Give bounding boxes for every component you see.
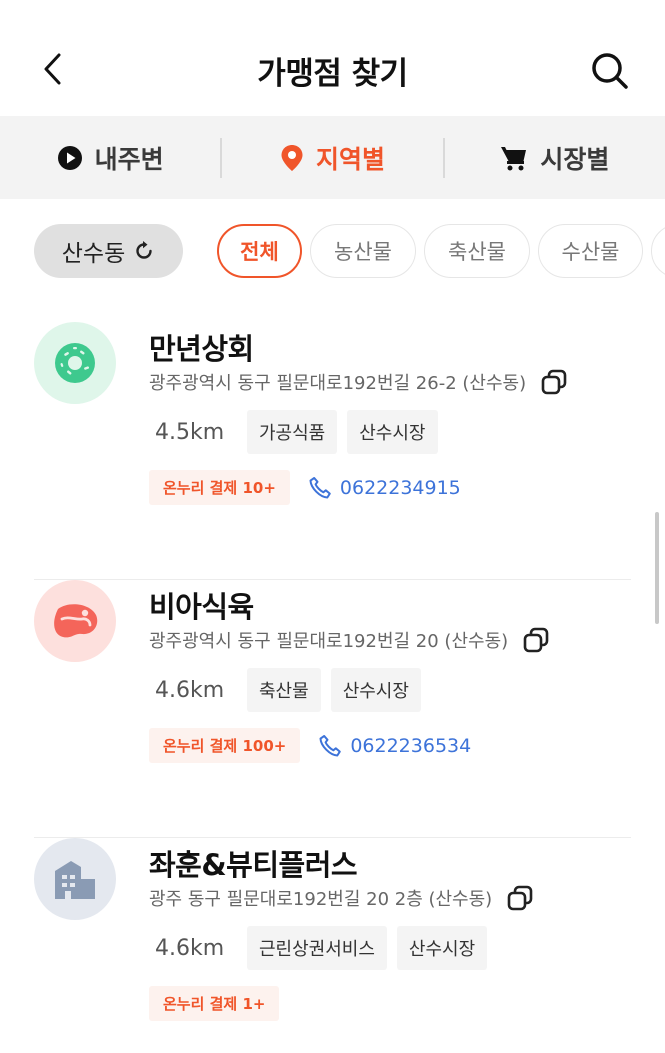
search-icon	[592, 53, 628, 89]
phone-icon	[309, 476, 331, 498]
copy-address-button[interactable]	[522, 626, 550, 654]
store-card[interactable]: 좌훈&뷰티플러스 광주 동구 필문대로192번길 20 2층 (산수동) 4.6…	[34, 838, 631, 1053]
store-avatar	[34, 322, 116, 404]
phone-link[interactable]: 0622236534	[318, 734, 471, 758]
store-avatar	[34, 580, 116, 662]
store-card[interactable]: 비아식육 광주광역시 동구 필문대로192번길 20 (산수동) 4.6km 축…	[34, 580, 631, 838]
tab-bar: 내주변 지역별 시장별	[0, 116, 665, 199]
category-chip-seafood[interactable]: 수산물	[538, 224, 643, 278]
store-meta-row: 4.6km 축산물 산수시장	[149, 668, 421, 712]
meat-icon	[54, 604, 98, 638]
onnuri-badge: 온누리 결제 1+	[149, 986, 280, 1021]
category-chip-all[interactable]: 전체	[217, 224, 302, 278]
phone-number: 0622236534	[350, 734, 472, 757]
store-pay-row: 온누리 결제 1+	[149, 986, 280, 1021]
store-address-row: 광주광역시 동구 필문대로192번길 20 (산수동)	[149, 626, 550, 654]
store-tag: 근린상권서비스	[247, 926, 387, 970]
store-pay-row: 온누리 결제 100+ 0622236534	[149, 728, 471, 763]
store-address: 광주광역시 동구 필문대로192번길 26-2 (산수동)	[149, 373, 527, 394]
store-pay-row: 온누리 결제 10+ 0622234915	[149, 470, 461, 505]
tab-nearby[interactable]: 내주변	[0, 116, 220, 199]
play-circle-icon	[57, 145, 82, 170]
header: 가맹점 찾기	[0, 0, 665, 116]
region-selector[interactable]: 산수동	[34, 224, 183, 278]
store-tag: 가공식품	[247, 410, 338, 454]
store-meta-row: 4.5km 가공식품 산수시장	[149, 410, 438, 454]
scrollbar[interactable]	[655, 512, 659, 624]
store-name: 비아식육	[149, 590, 254, 624]
phone-link[interactable]: 0622234915	[308, 476, 461, 500]
store-name: 만년상회	[149, 332, 254, 366]
refresh-icon	[136, 241, 152, 259]
tab-market[interactable]: 시장별	[445, 116, 665, 199]
page-title: 가맹점 찾기	[257, 56, 408, 92]
copy-address-button[interactable]	[506, 884, 534, 912]
copy-address-button[interactable]	[540, 368, 568, 396]
store-address: 광주광역시 동구 필문대로192번길 20 (산수동)	[149, 631, 509, 652]
store-distance: 4.6km	[155, 677, 225, 703]
phone-icon	[319, 734, 342, 756]
category-chip-agricultural[interactable]: 농산물	[310, 224, 416, 278]
building-icon	[55, 861, 95, 899]
tab-region-label: 지역별	[315, 144, 385, 174]
copy-icon	[523, 627, 549, 653]
store-tag: 산수시장	[330, 668, 421, 712]
onnuri-badge: 온누리 결제 10+	[149, 470, 290, 505]
store-tag: 산수시장	[396, 926, 488, 970]
filter-row: 산수동 전체 농산물 축산물 수산물	[0, 222, 665, 280]
store-distance: 4.5km	[155, 419, 225, 445]
store-avatar	[34, 838, 116, 920]
tab-region[interactable]: 지역별	[222, 116, 442, 199]
store-tag: 축산물	[247, 668, 321, 712]
donut-icon	[55, 343, 95, 383]
store-tag: 산수시장	[347, 410, 438, 454]
store-name: 좌훈&뷰티플러스	[149, 848, 358, 882]
store-card[interactable]: 만년상회 광주광역시 동구 필문대로192번길 26-2 (산수동) 4.5km…	[34, 322, 631, 580]
location-pin-icon	[281, 144, 303, 171]
store-address-row: 광주광역시 동구 필문대로192번길 26-2 (산수동)	[149, 368, 568, 396]
store-meta-row: 4.6km 근린상권서비스 산수시장	[149, 926, 488, 970]
store-distance: 4.6km	[155, 935, 225, 961]
category-chip-more[interactable]	[651, 224, 665, 278]
tab-nearby-label: 내주변	[94, 144, 164, 174]
phone-number: 0622234915	[339, 476, 461, 499]
cart-icon	[501, 146, 527, 170]
tab-market-label: 시장별	[540, 144, 610, 174]
search-button[interactable]	[585, 46, 635, 96]
store-address-row: 광주 동구 필문대로192번길 20 2층 (산수동)	[149, 884, 534, 912]
onnuri-badge: 온누리 결제 100+	[149, 728, 301, 763]
copy-icon	[541, 369, 567, 395]
copy-icon	[507, 885, 533, 911]
region-label: 산수동	[61, 241, 126, 267]
category-chip-livestock[interactable]: 축산물	[424, 224, 530, 278]
store-address: 광주 동구 필문대로192번길 20 2층 (산수동)	[149, 889, 493, 910]
